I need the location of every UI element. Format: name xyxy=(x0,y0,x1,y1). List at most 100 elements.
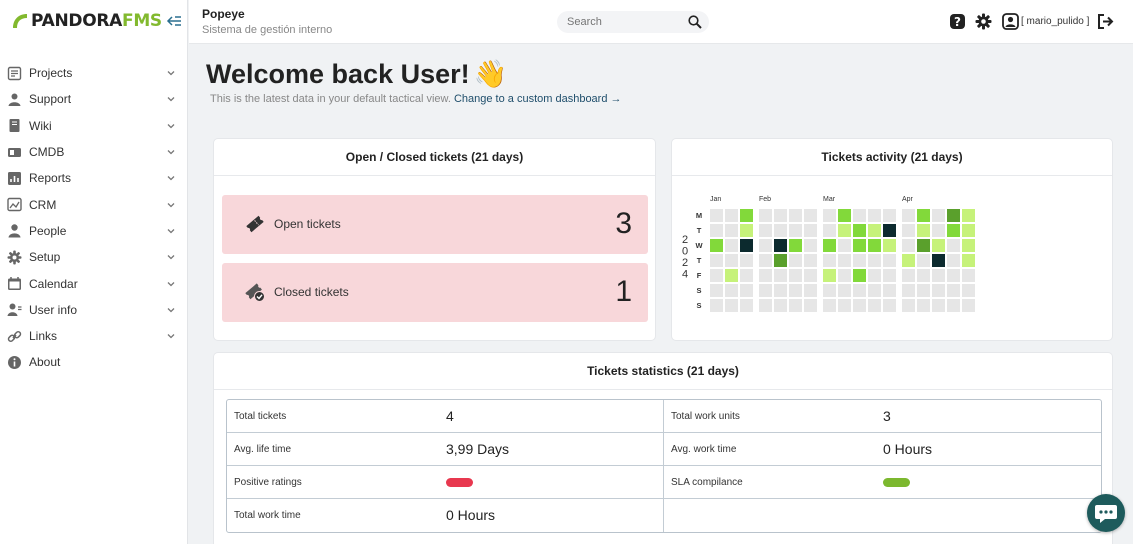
chevron-down-icon[interactable] xyxy=(167,280,175,288)
sidebar-item-reports[interactable]: Reports xyxy=(0,165,188,191)
heatmap-cell xyxy=(853,239,866,252)
heatmap-cell xyxy=(853,209,866,222)
sidebar-item-wiki[interactable]: Wiki xyxy=(0,113,188,139)
heatmap-cell xyxy=(883,284,896,297)
heatmap-cell xyxy=(902,254,915,267)
chat-button[interactable] xyxy=(1087,494,1125,532)
sidebar-item-label: Setup xyxy=(29,250,61,265)
cmdb-icon xyxy=(8,147,21,157)
open-closed-title: Open / Closed tickets (21 days) xyxy=(214,139,655,176)
year-label: 4 xyxy=(682,269,688,281)
sidebar-item-label: Projects xyxy=(29,66,73,81)
sidebar-item-label: CRM xyxy=(29,197,57,212)
stats-cell: Total tickets 4 xyxy=(227,400,664,432)
pandorafms-logo[interactable]: PANDORAFMS xyxy=(10,6,162,36)
heatmap-cell xyxy=(868,224,881,237)
heatmap-cell xyxy=(823,284,836,297)
open-tickets-count: 3 xyxy=(615,207,632,240)
year-label: 2 xyxy=(682,234,688,246)
collapse-menu-icon[interactable] xyxy=(166,14,182,28)
month-label: Apr xyxy=(902,196,914,203)
heatmap-cell xyxy=(902,209,915,222)
user-avatar-icon[interactable] xyxy=(1002,13,1019,30)
chevron-down-icon[interactable] xyxy=(167,69,175,77)
ticket-check-icon xyxy=(245,283,265,302)
heatmap-cell xyxy=(883,254,896,267)
logout-icon[interactable] xyxy=(1097,13,1114,30)
sidebar-item-setup[interactable]: Setup xyxy=(0,244,188,270)
heatmap-cell xyxy=(883,209,896,222)
heatmap-cell xyxy=(804,284,817,297)
chevron-down-icon[interactable] xyxy=(167,227,175,235)
sidebar-item-label: Support xyxy=(29,92,72,107)
heatmap-cell xyxy=(902,284,915,297)
stat-label: SLA compilance xyxy=(671,477,743,488)
heatmap-cell xyxy=(868,209,881,222)
heatmap-cell xyxy=(804,299,817,312)
heatmap-cell xyxy=(962,254,975,267)
heatmap-cell xyxy=(740,269,753,282)
heatmap-cell xyxy=(883,239,896,252)
sidebar-item-about[interactable]: About xyxy=(0,349,188,375)
stats-row: Total work time 0 Hours xyxy=(227,499,1101,532)
sidebar-item-links[interactable]: Links xyxy=(0,323,188,349)
ticket-icon xyxy=(246,215,264,233)
heatmap-cell xyxy=(868,299,881,312)
wiki-icon xyxy=(9,119,20,133)
sidebar-item-label: About xyxy=(29,355,61,370)
search-input[interactable] xyxy=(567,14,677,30)
heatmap-cell xyxy=(804,224,817,237)
stats-row: Avg. life time 3,99 Days Avg. work time 0 H… xyxy=(227,433,1101,466)
tickets-statistics-card: Tickets statistics (21 days) Total ticke… xyxy=(213,352,1113,544)
heatmap-cell xyxy=(947,209,960,222)
chevron-down-icon[interactable] xyxy=(167,306,175,314)
link-icon xyxy=(7,330,22,342)
tickets-activity-card: Tickets activity (21 days) Jan Feb Mar Apr M… xyxy=(671,138,1113,341)
heatmap-cell xyxy=(962,299,975,312)
heatmap-cell xyxy=(947,299,960,312)
sidebar-item-user-info[interactable]: User info xyxy=(0,297,188,323)
heatmap-cell xyxy=(932,269,945,282)
tickets-statistics-title: Tickets statistics (21 days) xyxy=(214,353,1112,390)
gear-icon xyxy=(7,250,22,265)
year-label: 0 xyxy=(682,246,688,258)
username-label[interactable]: [ mario_pulido ] xyxy=(1021,16,1089,27)
top-header: Popeye Sistema de gestión interno ? [ ma… xyxy=(189,0,1133,44)
chevron-down-icon[interactable] xyxy=(167,174,175,182)
heatmap-cell xyxy=(917,299,930,312)
sidebar-item-people[interactable]: People xyxy=(0,218,188,244)
open-tickets-box[interactable]: Open tickets 3 xyxy=(222,195,648,254)
sidebar-item-label: Wiki xyxy=(29,118,52,133)
closed-tickets-box[interactable]: Closed tickets 1 xyxy=(222,263,648,322)
heatmap-cell xyxy=(740,299,753,312)
chevron-down-icon[interactable] xyxy=(167,122,175,130)
heatmap-cell xyxy=(853,254,866,267)
heatmap-cell xyxy=(838,239,851,252)
sidebar-item-support[interactable]: Support xyxy=(0,86,188,112)
search-icon[interactable] xyxy=(688,15,702,29)
logo-mark-icon xyxy=(13,14,27,28)
stat-value: 0 Hours xyxy=(446,507,496,523)
heatmap-cell xyxy=(710,239,723,252)
chevron-down-icon[interactable] xyxy=(167,201,175,209)
sidebar-item-crm[interactable]: CRM xyxy=(0,191,188,217)
heatmap-cell xyxy=(902,269,915,282)
heatmap-cell xyxy=(853,284,866,297)
heatmap-cell xyxy=(932,284,945,297)
heatmap-cell xyxy=(774,224,787,237)
help-icon[interactable]: ? xyxy=(949,13,966,30)
heatmap-cell xyxy=(883,269,896,282)
heatmap-cell xyxy=(759,269,772,282)
sidebar-item-cmdb[interactable]: CMDB xyxy=(0,139,188,165)
stats-row: Positive ratings SLA compilance xyxy=(227,466,1101,499)
sla-compliance-bar xyxy=(883,478,910,487)
custom-dashboard-link[interactable]: Change to a custom dashboard → xyxy=(454,93,622,105)
sidebar-item-calendar[interactable]: Calendar xyxy=(0,270,188,296)
heatmap-cell xyxy=(868,254,881,267)
chevron-down-icon[interactable] xyxy=(167,332,175,340)
chevron-down-icon[interactable] xyxy=(167,148,175,156)
chevron-down-icon[interactable] xyxy=(167,253,175,261)
settings-gear-icon[interactable] xyxy=(975,13,992,30)
chevron-down-icon[interactable] xyxy=(167,95,175,103)
sidebar-item-projects[interactable]: Projects xyxy=(0,60,188,86)
